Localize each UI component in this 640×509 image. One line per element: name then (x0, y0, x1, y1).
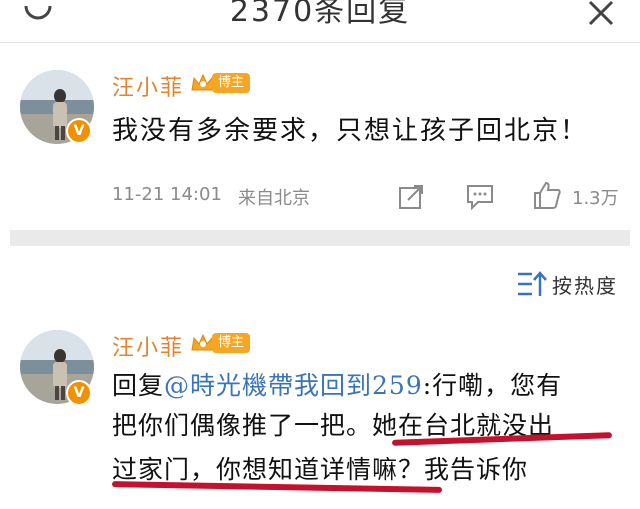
reply-line-1: 回复@時光機帶我回到259:行嘞，您有 (112, 366, 562, 402)
share-icon[interactable] (398, 184, 424, 210)
page-title: 2370条回复 (229, 0, 411, 29)
reply-text-1: :行嘞，您有 (422, 371, 563, 400)
reply-prefix: 回复 (112, 371, 165, 400)
section-divider (10, 230, 630, 246)
header-divider (0, 42, 640, 43)
comment-author[interactable]: 汪小菲 (112, 70, 184, 102)
close-icon[interactable] (584, 0, 618, 28)
reply-blogger-badge: 博主 (190, 332, 251, 354)
verified-badge-icon: V (66, 118, 92, 144)
sort-by-hot-button[interactable]: 按热度 (552, 270, 618, 299)
badge-label: 博主 (212, 73, 251, 93)
reply-author[interactable]: 汪小菲 (112, 330, 184, 362)
badge-label: 博主 (212, 333, 251, 353)
mention-link[interactable]: @時光機帶我回到259 (164, 371, 423, 400)
sort-icon[interactable] (516, 270, 548, 298)
header-bar: 2370条回复 (0, 0, 640, 40)
comment-location: 来自北京 (238, 188, 310, 209)
reply-line-3: 过家门，你想知道详情嘛？我告诉你 (112, 455, 529, 484)
comment-time: 11-21 14:01 (112, 184, 222, 205)
comment-icon[interactable] (466, 184, 494, 210)
verified-badge-icon: V (66, 380, 92, 406)
blogger-badge: 博主 (190, 72, 251, 94)
like-count: 1.3万 (572, 188, 619, 209)
like-icon[interactable] (532, 180, 562, 210)
comment-text: 我没有多余要求，只想让孩子回北京！ (112, 116, 589, 146)
